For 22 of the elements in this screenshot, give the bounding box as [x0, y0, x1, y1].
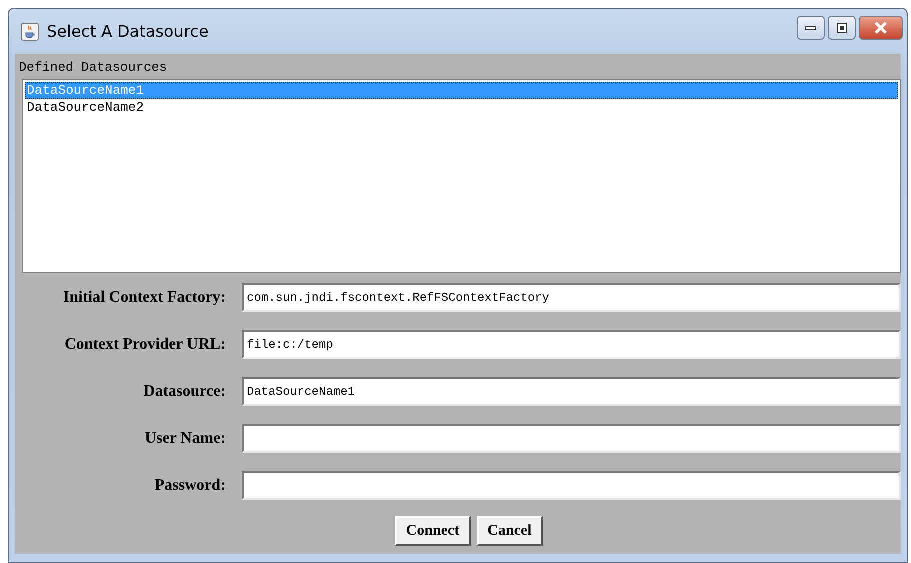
input-field[interactable]: file:c:/temp — [242, 330, 901, 359]
field-label: Password: — [154, 476, 226, 494]
maximize-icon — [836, 22, 848, 34]
dialog-button[interactable]: Connect — [395, 516, 471, 546]
input-field[interactable]: DataSourceName1 — [242, 377, 901, 406]
cup-icon — [21, 22, 39, 40]
field-label: User Name: — [144, 430, 226, 448]
input-field[interactable] — [242, 424, 901, 453]
minimize-icon — [805, 24, 817, 30]
maximize-button[interactable] — [828, 16, 856, 40]
list-item[interactable]: DataSourceName2 — [25, 99, 898, 116]
minimize-button[interactable] — [797, 16, 825, 40]
list-label: Defined Datasources — [19, 60, 168, 75]
close-button[interactable] — [859, 16, 903, 40]
input-field[interactable]: com.sun.jndi.fscontext.RefFSContextFactory — [242, 283, 901, 312]
field-label: Datasource: — [142, 382, 226, 400]
window-title: Select A Datasource — [47, 22, 210, 41]
field-label: Initial Context Factory: — [62, 288, 226, 306]
field-label: Context Provider URL: — [64, 336, 226, 354]
close-icon — [874, 22, 888, 34]
input-field[interactable] — [242, 471, 901, 500]
dialog-button[interactable]: Cancel — [476, 516, 543, 546]
